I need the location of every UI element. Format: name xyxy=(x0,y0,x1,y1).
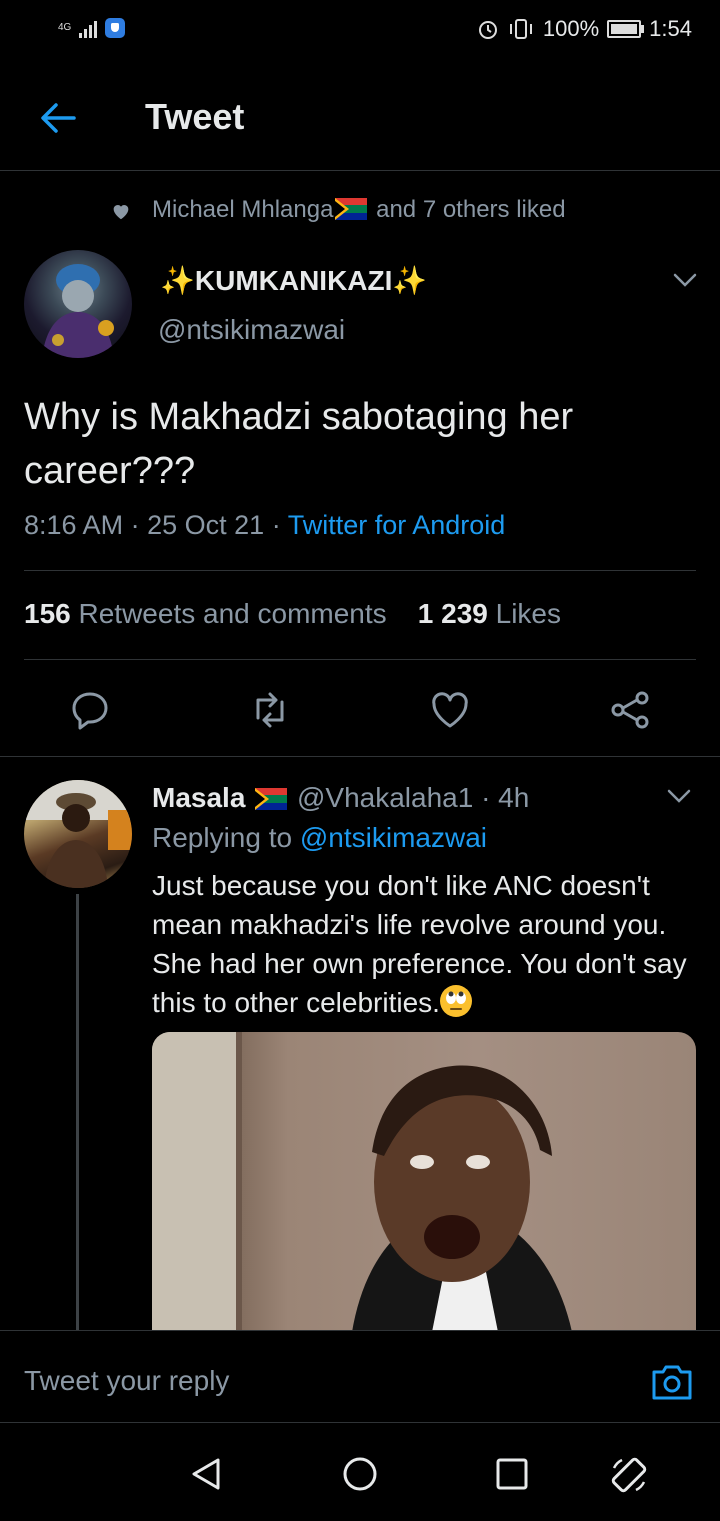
reply-author-avatar[interactable] xyxy=(24,780,132,888)
gif-image xyxy=(152,1032,572,1332)
author-name[interactable]: ✨KUMKANIKAZI✨ xyxy=(160,264,427,297)
heart-icon xyxy=(113,205,129,220)
tweet-date: 25 Oct 21 xyxy=(147,510,265,540)
tweet-stats: 156 Retweets and comments 1 239 Likes xyxy=(24,598,561,630)
page-title: Tweet xyxy=(145,96,245,137)
likes-label: Likes xyxy=(495,598,561,629)
share-icon[interactable] xyxy=(608,688,652,732)
reply-author-handle[interactable]: @Vhakalaha1 xyxy=(297,782,473,813)
retweets-stat[interactable]: 156 Retweets and comments xyxy=(24,598,387,629)
south-africa-flag-icon xyxy=(335,198,368,220)
reply-age: · 4h xyxy=(481,782,530,813)
rotate-screen-icon[interactable] xyxy=(608,1454,650,1496)
reply-media-image[interactable] xyxy=(152,1032,696,1332)
liked-suffix: and 7 others liked xyxy=(376,196,566,223)
reply-avatar-image xyxy=(24,780,132,888)
tweet-meta: 8:16 AM · 25 Oct 21 · Twitter for Androi… xyxy=(24,510,505,541)
retweets-count: 156 xyxy=(24,598,71,629)
eye-roll-emoji-icon xyxy=(439,985,472,1017)
author-handle[interactable]: @ntsikimazwai xyxy=(158,314,345,346)
actions-divider xyxy=(0,756,720,757)
tweet-time: 8:16 AM xyxy=(24,510,124,540)
reply-input[interactable]: Tweet your reply xyxy=(24,1365,229,1397)
camera-icon[interactable] xyxy=(650,1360,694,1404)
reply-text-body: Just because you don't like ANC doesn't … xyxy=(152,870,687,1018)
author-avatar[interactable] xyxy=(24,250,132,358)
tweet-text: Why is Makhadzi sabotaging her career??? xyxy=(24,396,574,492)
vpn-shield-icon xyxy=(105,18,126,38)
retweets-label: Retweets and comments xyxy=(78,598,387,629)
reply-header: Masala @Vhakalaha1 · 4h xyxy=(152,782,529,814)
author-name-text: KUMKANIKAZI xyxy=(194,265,393,296)
south-africa-flag-icon xyxy=(255,788,288,810)
replying-to: Replying to @ntsikimazwai xyxy=(152,822,487,854)
reply-menu-chevron-icon[interactable] xyxy=(666,788,692,804)
vibrate-icon xyxy=(509,19,532,39)
author-avatar-image xyxy=(42,264,114,358)
thread-line xyxy=(76,894,79,1330)
clock: 1:54 xyxy=(649,16,692,41)
alarm-icon xyxy=(478,21,497,39)
replying-to-handle[interactable]: @ntsikimazwai xyxy=(300,822,487,853)
likes-count: 1 239 xyxy=(417,598,488,629)
header-divider xyxy=(0,170,720,171)
nav-recents-icon[interactable] xyxy=(494,1456,530,1492)
nav-home-icon[interactable] xyxy=(342,1456,378,1492)
status-bar: 4G 100% 1:54 xyxy=(0,0,720,64)
like-icon[interactable] xyxy=(428,688,472,732)
battery-icon xyxy=(607,20,645,38)
back-arrow-icon[interactable] xyxy=(36,96,80,140)
meta-separator: · xyxy=(271,510,281,540)
meta-separator: · xyxy=(130,510,140,540)
reply-icon[interactable] xyxy=(68,688,112,732)
reply-text: Just because you don't like ANC doesn't … xyxy=(152,866,702,1022)
tweet-source[interactable]: Twitter for Android xyxy=(288,510,506,540)
replying-prefix: Replying to xyxy=(152,822,293,853)
social-context[interactable]: Michael Mhlanga and 7 others liked xyxy=(152,196,566,224)
network-type: 4G xyxy=(58,22,72,33)
reply-author-name[interactable]: Masala xyxy=(152,782,245,813)
status-right: 100% 1:54 xyxy=(477,16,692,42)
stats-top-divider xyxy=(24,570,696,571)
sparkle-left-icon: ✨ xyxy=(160,265,195,296)
likes-stat[interactable]: 1 239 Likes xyxy=(418,598,561,629)
retweet-icon[interactable] xyxy=(248,688,292,732)
nav-back-icon[interactable] xyxy=(188,1456,224,1492)
signal-icon xyxy=(79,18,98,38)
stats-bottom-divider xyxy=(24,659,696,660)
sparkle-right-icon: ✨ xyxy=(392,265,428,296)
status-left: 4G xyxy=(58,18,126,38)
tweet-menu-chevron-icon[interactable] xyxy=(672,272,698,288)
battery-percent: 100% xyxy=(542,16,600,41)
liker-name[interactable]: Michael Mhlanga xyxy=(152,196,333,223)
